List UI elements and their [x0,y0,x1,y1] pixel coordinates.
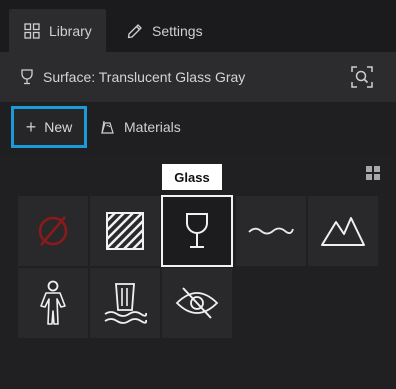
mountain-icon [321,217,365,246]
new-button-label: New [44,119,73,135]
materials-button[interactable]: Materials [100,112,181,142]
view-grid-toggle[interactable] [366,166,380,180]
new-button[interactable]: + New [11,106,87,148]
hatch-pattern-icon [106,212,144,250]
tab-library[interactable]: Library [9,9,106,52]
tab-bar: Library Settings [0,0,396,52]
material-tile-hidden[interactable] [162,268,232,338]
material-tile-none[interactable] [18,196,88,266]
magnify-scan-icon [351,66,373,88]
person-icon [40,280,66,325]
surface-label: Surface: Translucent Glass Gray [43,69,246,85]
tab-library-label: Library [49,22,92,39]
wine-glass-icon [186,213,208,248]
small-grid-icon [366,166,380,180]
material-tile-person[interactable] [18,268,88,338]
pencil-icon [127,23,142,38]
wave-icon [248,227,294,235]
material-tile-hatch[interactable] [90,196,160,266]
material-tile-water[interactable] [236,196,306,266]
grid-icon [24,22,40,39]
tab-settings[interactable]: Settings [112,9,222,52]
no-material-icon [38,216,68,246]
material-tooltip: Glass [162,164,222,190]
wine-glass-icon [20,69,34,85]
inspect-button[interactable] [350,65,374,89]
materials-label: Materials [124,119,181,135]
material-tile-waterfall[interactable] [90,268,160,338]
surface-bar: Surface: Translucent Glass Gray [0,52,396,102]
eye-slash-icon [175,287,219,319]
materials-icon [101,120,114,134]
plus-icon: + [25,117,37,137]
tab-settings-label: Settings [152,22,203,39]
material-tile-glass[interactable] [161,195,233,267]
material-tile-terrain[interactable] [308,196,378,266]
waterfall-icon [104,283,148,324]
